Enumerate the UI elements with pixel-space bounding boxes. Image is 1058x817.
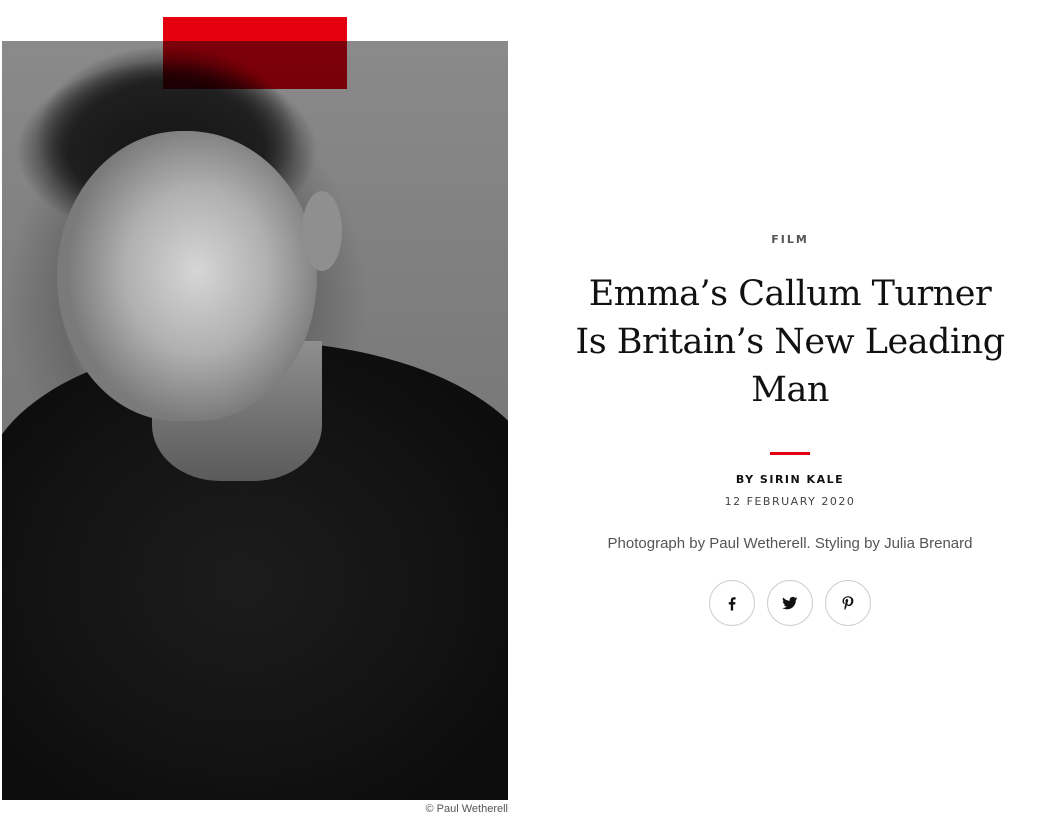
facebook-icon bbox=[728, 597, 736, 611]
hero-photo bbox=[2, 41, 508, 800]
photo-face bbox=[57, 131, 317, 421]
photo-ear bbox=[302, 191, 342, 271]
twitter-icon bbox=[782, 596, 798, 610]
category-label[interactable]: FILM bbox=[560, 232, 1020, 248]
share-pinterest-button[interactable] bbox=[825, 580, 871, 626]
photo-styling-credit: Photograph by Paul Wetherell. Styling by… bbox=[607, 535, 973, 552]
headline: Emma’s Callum Turner Is Britain’s New Le… bbox=[575, 274, 1005, 410]
publish-date: 12 FEBRUARY 2020 bbox=[724, 495, 856, 508]
article-info: FILM Emma’s Callum Turner Is Britain’s N… bbox=[560, 232, 1020, 626]
photo-credit: © Paul Wetherell bbox=[425, 803, 509, 815]
red-accent-block bbox=[163, 17, 347, 89]
byline[interactable]: BY SIRIN KALE bbox=[560, 473, 1020, 487]
share-twitter-button[interactable] bbox=[767, 580, 813, 626]
share-facebook-button[interactable] bbox=[709, 580, 755, 626]
pinterest-icon bbox=[842, 596, 854, 611]
share-buttons bbox=[560, 580, 1020, 626]
red-divider bbox=[770, 452, 810, 455]
